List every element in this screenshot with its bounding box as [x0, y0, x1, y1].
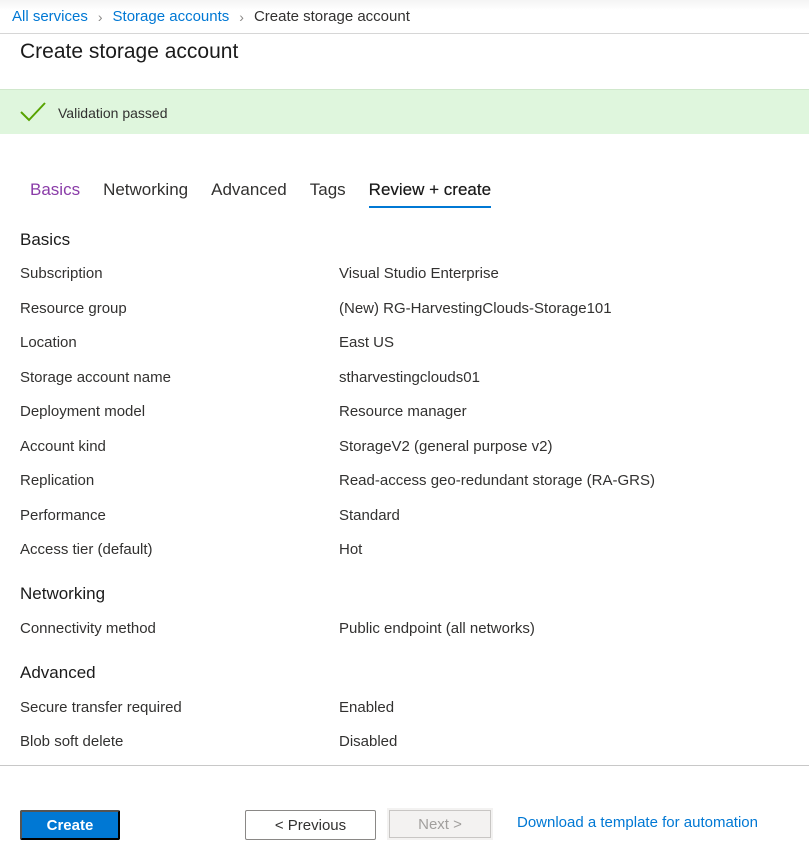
- breadcrumb-storage-accounts[interactable]: Storage accounts: [113, 8, 230, 25]
- summary-value: Read-access geo-redundant storage (RA-GR…: [339, 472, 655, 489]
- create-button[interactable]: Create: [20, 810, 120, 840]
- chevron-right-icon: ›: [97, 8, 103, 25]
- summary-value: East US: [339, 334, 395, 351]
- summary-label: Location: [20, 334, 77, 351]
- tab-review-create[interactable]: Review + create: [368, 178, 492, 208]
- section-title-advanced: Advanced: [20, 663, 96, 682]
- breadcrumb-all-services[interactable]: All services: [12, 8, 88, 25]
- summary-label: Subscription: [20, 265, 103, 282]
- summary-label: Replication: [20, 472, 95, 489]
- summary-value: Visual Studio Enterprise: [339, 265, 499, 282]
- section-title-basics: Basics: [20, 230, 71, 249]
- summary-value: Enabled: [339, 699, 395, 716]
- summary-label: Access tier (default): [20, 541, 153, 558]
- next-button[interactable]: Next >: [387, 808, 493, 840]
- validation-message: Validation passed: [58, 105, 168, 121]
- summary-label: Storage account name: [20, 369, 171, 386]
- section-title-networking: Networking: [20, 584, 106, 603]
- tab-networking[interactable]: Networking: [103, 178, 188, 208]
- summary-value: Hot: [339, 541, 363, 558]
- create-storage-account-page: All services › Storage accounts › Create…: [0, 0, 809, 852]
- summary-value: (New) RG-HarvestingClouds-Storage101: [339, 300, 612, 317]
- summary-value: Resource manager: [339, 403, 467, 420]
- previous-button[interactable]: < Previous: [245, 810, 376, 840]
- summary-label: Blob soft delete: [20, 733, 124, 750]
- page-title: Create storage account: [20, 40, 239, 63]
- summary-label: Performance: [20, 507, 106, 524]
- summary-label: Connectivity method: [20, 620, 156, 637]
- summary-value: Standard: [339, 507, 400, 524]
- summary-value: stharvestingclouds01: [339, 369, 480, 386]
- download-template-link[interactable]: Download a template for automation: [517, 814, 758, 831]
- breadcrumb: All services › Storage accounts › Create…: [0, 0, 809, 34]
- summary-value: StorageV2 (general purpose v2): [339, 438, 553, 455]
- summary-label: Resource group: [20, 300, 127, 317]
- summary-label: Deployment model: [20, 403, 146, 420]
- tab-basics[interactable]: Basics: [30, 178, 80, 208]
- summary-value: Public endpoint (all networks): [339, 620, 535, 637]
- wizard-tabs: Basics Networking Advanced Tags Review +…: [20, 178, 514, 210]
- tab-advanced[interactable]: Advanced: [211, 178, 287, 208]
- summary-value: Disabled: [339, 733, 398, 750]
- tab-tags[interactable]: Tags: [310, 178, 346, 208]
- footer-divider: [0, 765, 809, 766]
- summary-label: Account kind: [20, 438, 106, 455]
- checkmark-icon: [20, 102, 46, 122]
- chevron-right-icon: ›: [239, 8, 244, 25]
- summary-label: Secure transfer required: [20, 699, 182, 716]
- validation-banner: Validation passed: [0, 89, 809, 134]
- breadcrumb-current: Create storage account: [253, 8, 410, 25]
